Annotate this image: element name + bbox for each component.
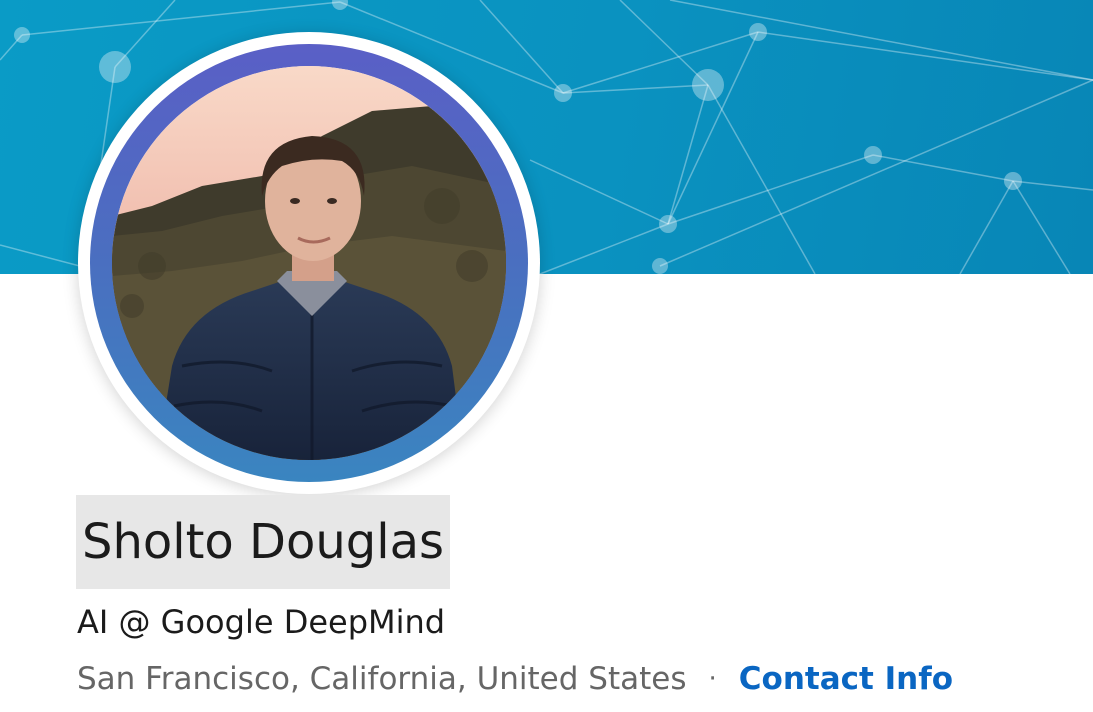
profile-headline: AI @ Google DeepMind (77, 603, 446, 641)
profile-location: San Francisco, California, United States (77, 661, 687, 697)
avatar[interactable] (78, 32, 540, 494)
contact-info-link[interactable]: Contact Info (739, 656, 953, 702)
location-row: San Francisco, California, United States… (77, 656, 953, 702)
profile-name: Sholto Douglas (76, 495, 451, 589)
separator-dot: · (708, 664, 717, 694)
profile-card: Sholto Douglas AI @ Google DeepMind San … (0, 0, 1093, 712)
profile-photo[interactable] (112, 66, 506, 460)
profile-photo-image (112, 66, 506, 460)
